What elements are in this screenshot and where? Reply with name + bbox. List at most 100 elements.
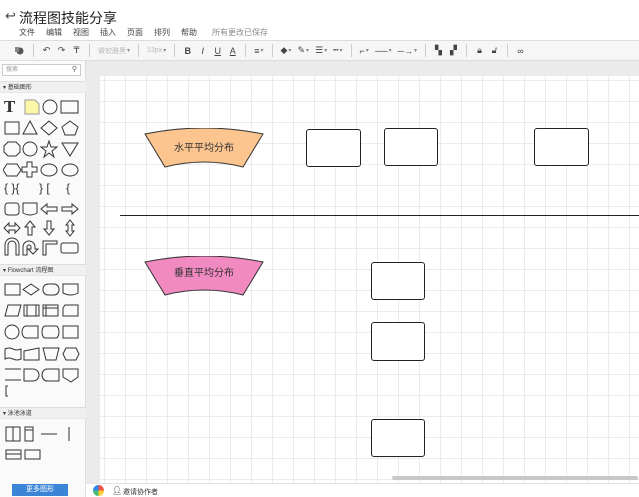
arc-shape-vertical[interactable]: 垂直平均分布 — [143, 256, 265, 298]
delay-line-shape[interactable] — [5, 368, 21, 381]
stored-data-shape[interactable] — [21, 325, 39, 339]
star-shape[interactable] — [39, 139, 59, 159]
delay-shape[interactable] — [23, 368, 40, 382]
ellipse-shape[interactable] — [40, 163, 58, 177]
predefined-process-shape[interactable] — [23, 304, 40, 317]
menu-page[interactable]: 页面 — [127, 27, 143, 38]
bold-button[interactable]: B — [183, 44, 192, 58]
rectangle-node[interactable] — [384, 128, 438, 166]
send-back-icon[interactable]: ▞ — [449, 44, 458, 58]
circle-shape[interactable] — [22, 141, 38, 157]
manual-operation-shape[interactable] — [62, 325, 79, 339]
hexagon-shape[interactable] — [3, 163, 22, 177]
double-arrow-shape[interactable] — [3, 221, 21, 235]
menu-view[interactable]: 视图 — [73, 27, 89, 38]
arc-shape-horizontal[interactable]: 水平平均分布 — [143, 128, 265, 170]
section-basic-shapes[interactable]: ▾ 基础图形 — [0, 81, 86, 93]
lane-small-shape[interactable] — [24, 449, 41, 460]
double-arrow-vertical-shape[interactable] — [64, 219, 76, 237]
arrow-left-shape[interactable] — [40, 202, 58, 216]
display-shape[interactable] — [41, 368, 60, 382]
decision-shape[interactable] — [22, 283, 40, 296]
brace-shape[interactable]: { }{ — [4, 181, 19, 195]
rectangle-node[interactable] — [371, 322, 425, 361]
unlock-icon[interactable]: 🔓︎ — [490, 44, 499, 58]
lane-shape[interactable] — [5, 449, 22, 460]
octagon-shape[interactable] — [3, 141, 21, 157]
more-shapes-button[interactable]: 更多图形 — [12, 484, 68, 496]
horizontal-scrollbar[interactable] — [392, 476, 638, 480]
bring-front-icon[interactable]: ▚ — [434, 44, 443, 58]
cross-shape[interactable] — [21, 161, 38, 178]
line-width-icon[interactable]: ☰ ▾ — [315, 44, 327, 58]
horizontal-divider-line[interactable] — [120, 215, 639, 216]
lock-icon[interactable]: 🔒︎ — [475, 44, 484, 58]
search-icon[interactable]: ⚲ — [72, 65, 77, 75]
rectangle-node[interactable] — [306, 129, 361, 167]
back-arrow-icon[interactable]: ↩ — [5, 8, 16, 24]
underline-button[interactable]: U — [213, 44, 222, 58]
note-shape[interactable] — [24, 99, 40, 115]
document-shape[interactable] — [62, 283, 79, 296]
document-shape[interactable] — [22, 202, 38, 216]
rounded-bar-shape[interactable] — [60, 242, 79, 254]
data-shape[interactable] — [4, 304, 22, 317]
tape-shape[interactable] — [4, 347, 22, 361]
preparation-shape[interactable] — [62, 347, 80, 361]
undo-icon[interactable]: ↶ — [42, 44, 51, 58]
pool-vertical-shape[interactable] — [24, 426, 34, 442]
arrow-up-shape[interactable] — [23, 220, 37, 236]
line-style-icon[interactable]: ┅ ▾ — [333, 44, 342, 58]
triangle-shape[interactable] — [22, 119, 38, 135]
connector-shape[interactable] — [4, 324, 20, 340]
manual-input-shape[interactable] — [23, 347, 40, 361]
circle-shape[interactable] — [42, 99, 58, 115]
rectangle-shape[interactable] — [60, 100, 79, 114]
align-icon[interactable]: ≡ ▾ — [254, 44, 263, 58]
rectangle-node[interactable] — [371, 419, 425, 457]
format-painter-icon[interactable] — [14, 44, 25, 58]
pool-horizontal-shape[interactable] — [5, 426, 21, 442]
add-user-icon[interactable]: 👤︎ — [112, 486, 122, 495]
arrow-right-shape[interactable] — [61, 202, 79, 216]
link-icon[interactable]: ∞ — [516, 44, 525, 58]
line-end-icon[interactable]: ─→ ▾ — [398, 44, 417, 58]
trapezoid-shape[interactable] — [42, 347, 60, 361]
font-color-button[interactable]: A — [228, 44, 237, 58]
shape-search-input[interactable]: 搜索 ⚲ — [2, 64, 81, 76]
clear-format-icon[interactable]: ₸ — [72, 44, 81, 58]
section-swimlane[interactable]: ▾ 泳池泳道 — [0, 407, 86, 419]
invite-collaborator-link[interactable]: 邀请协作者 — [123, 487, 158, 497]
section-flowchart[interactable]: ▾ Flowchart 流程图 — [0, 264, 86, 276]
triangle-down-shape[interactable] — [61, 142, 79, 157]
u-turn-shape[interactable] — [22, 240, 40, 256]
text-shape[interactable]: T — [4, 98, 16, 116]
menu-help[interactable]: 帮助 — [181, 27, 197, 38]
connector-style-icon[interactable]: ⌐ ▾ — [360, 44, 369, 58]
arch-shape[interactable] — [4, 237, 20, 256]
pentagon-shape[interactable] — [61, 120, 79, 136]
font-family-select[interactable]: 微软雅黑 ▾ — [98, 44, 130, 58]
redo-icon[interactable]: ↷ — [57, 44, 66, 58]
font-size-select[interactable]: 13px ▾ — [147, 44, 166, 58]
line-color-icon[interactable]: ✎ ▾ — [297, 44, 309, 58]
square-shape[interactable] — [4, 121, 20, 135]
card-shape[interactable] — [62, 304, 79, 317]
fill-color-icon[interactable]: ◆ ▾ — [281, 44, 292, 58]
bracket-shape[interactable]: } [ — [39, 181, 50, 195]
app-logo-icon[interactable] — [93, 485, 104, 496]
process-shape[interactable] — [4, 283, 21, 296]
rectangle-node[interactable] — [371, 262, 425, 300]
annotation-shape[interactable] — [5, 385, 8, 397]
internal-storage-shape[interactable] — [42, 304, 59, 317]
line-start-icon[interactable]: ── ▾ — [375, 44, 392, 58]
direct-data-shape[interactable] — [41, 325, 60, 339]
cloud-shape[interactable] — [61, 163, 79, 177]
menu-arrange[interactable]: 排列 — [154, 27, 170, 38]
arrow-down-shape[interactable] — [42, 220, 56, 236]
menu-edit[interactable]: 编辑 — [46, 27, 62, 38]
rounded-rect-shape[interactable] — [4, 202, 20, 216]
terminator-shape[interactable] — [42, 283, 60, 296]
italic-button[interactable]: I — [198, 44, 207, 58]
corner-shape[interactable] — [42, 240, 58, 256]
